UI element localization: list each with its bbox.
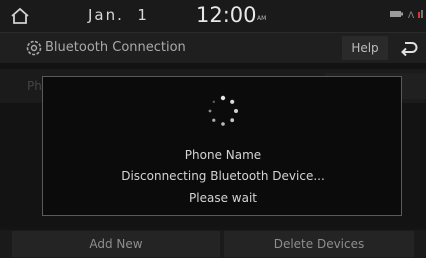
page-title: Bluetooth Connection bbox=[45, 40, 186, 55]
bottom-bar: Add New Delete Devices bbox=[0, 230, 426, 258]
list-item-label: Ph bbox=[27, 79, 42, 93]
wait-message: Please wait bbox=[189, 191, 257, 205]
add-new-button[interactable]: Add New bbox=[12, 231, 220, 257]
svg-text:ᐱ: ᐱ bbox=[408, 11, 415, 19]
delete-devices-button[interactable]: Delete Devices bbox=[224, 231, 414, 257]
device-name-text: Phone Name bbox=[184, 148, 262, 162]
status-message: Disconnecting Bluetooth Device... bbox=[121, 169, 325, 183]
date-label: Jan. 1 bbox=[88, 6, 149, 24]
battery-icon bbox=[390, 11, 403, 17]
disconnect-dialog: Phone Name Disconnecting Bluetooth Devic… bbox=[42, 76, 402, 216]
help-button[interactable]: Help bbox=[342, 36, 388, 60]
gear-icon bbox=[26, 40, 42, 56]
title-bar: Bluetooth Connection Help bbox=[0, 32, 426, 64]
system-icons: ᐱ bbox=[390, 9, 424, 19]
back-arrow-icon bbox=[401, 42, 418, 56]
home-button[interactable] bbox=[4, 3, 36, 29]
clock-ampm: AM bbox=[257, 15, 267, 22]
loading-spinner-icon bbox=[208, 95, 238, 126]
home-icon bbox=[11, 7, 29, 24]
signal-icon: ᐱ bbox=[408, 10, 423, 19]
back-button[interactable] bbox=[392, 36, 426, 60]
status-bar: Jan. 1 12:00 AM ᐱ bbox=[0, 0, 426, 32]
clock-time: 12:00 bbox=[196, 3, 257, 27]
